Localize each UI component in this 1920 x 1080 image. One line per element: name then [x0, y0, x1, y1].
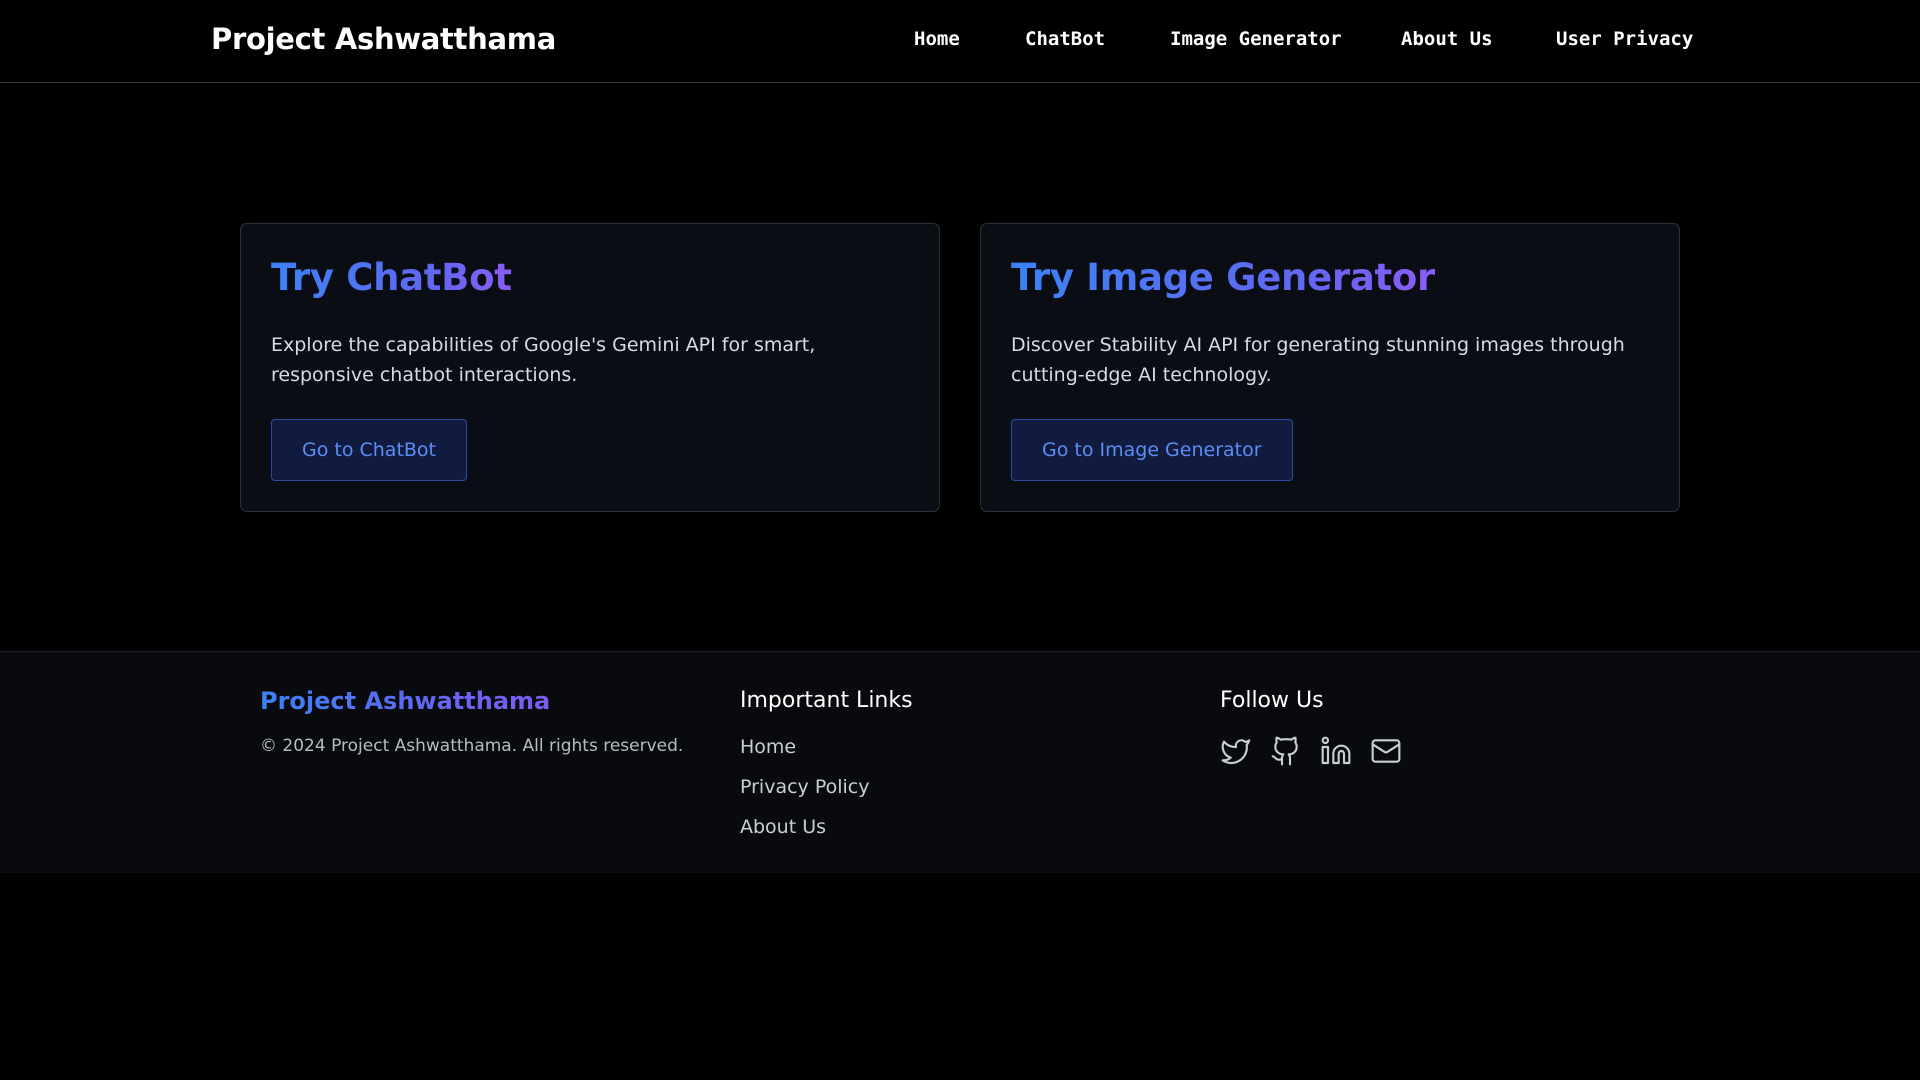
twitter-icon[interactable]: [1220, 735, 1252, 767]
list-item: Privacy Policy: [740, 776, 869, 816]
nav-link-about-us[interactable]: About Us: [1401, 28, 1493, 50]
top-navbar: Project Ashwatthama Home ChatBot Image G…: [0, 0, 1920, 83]
nav-link-chatbot[interactable]: ChatBot: [1025, 28, 1105, 50]
image-generator-card-description: Discover Stability AI API for generating…: [1011, 334, 1625, 386]
footer-link-home[interactable]: Home: [740, 736, 796, 758]
chatbot-card-title: Try ChatBot: [271, 256, 512, 299]
footer-link-privacy-policy[interactable]: Privacy Policy: [740, 776, 869, 798]
main-nav: Home ChatBot Image Generator About Us Us…: [0, 28, 1920, 54]
linkedin-icon[interactable]: [1320, 735, 1352, 767]
site-footer: Project Ashwatthama © 2024 Project Ashwa…: [0, 651, 1920, 873]
footer-brand: Project Ashwatthama: [260, 687, 551, 715]
go-to-image-generator-button[interactable]: Go to Image Generator: [1011, 419, 1293, 481]
list-item: About Us: [740, 816, 869, 856]
nav-link-image-generator[interactable]: Image Generator: [1170, 28, 1342, 50]
footer-copyright: © 2024 Project Ashwatthama. All rights r…: [260, 736, 684, 756]
image-generator-card: Try Image Generator Discover Stability A…: [980, 223, 1680, 512]
image-generator-card-title: Try Image Generator: [1011, 256, 1435, 299]
follow-us-heading: Follow Us: [1220, 688, 1324, 713]
go-to-chatbot-button[interactable]: Go to ChatBot: [271, 419, 468, 481]
footer-link-about-us[interactable]: About Us: [740, 816, 826, 838]
github-icon[interactable]: [1270, 735, 1302, 767]
chatbot-card-description: Explore the capabilities of Google's Gem…: [271, 334, 816, 386]
list-item: Home: [740, 736, 869, 776]
mail-icon[interactable]: [1370, 735, 1402, 767]
chatbot-card: Try ChatBot Explore the capabilities of …: [240, 223, 940, 512]
nav-link-user-privacy[interactable]: User Privacy: [1556, 28, 1693, 50]
important-links-heading: Important Links: [740, 688, 913, 713]
nav-link-home[interactable]: Home: [914, 28, 960, 50]
important-links-list: Home Privacy Policy About Us: [740, 736, 869, 856]
